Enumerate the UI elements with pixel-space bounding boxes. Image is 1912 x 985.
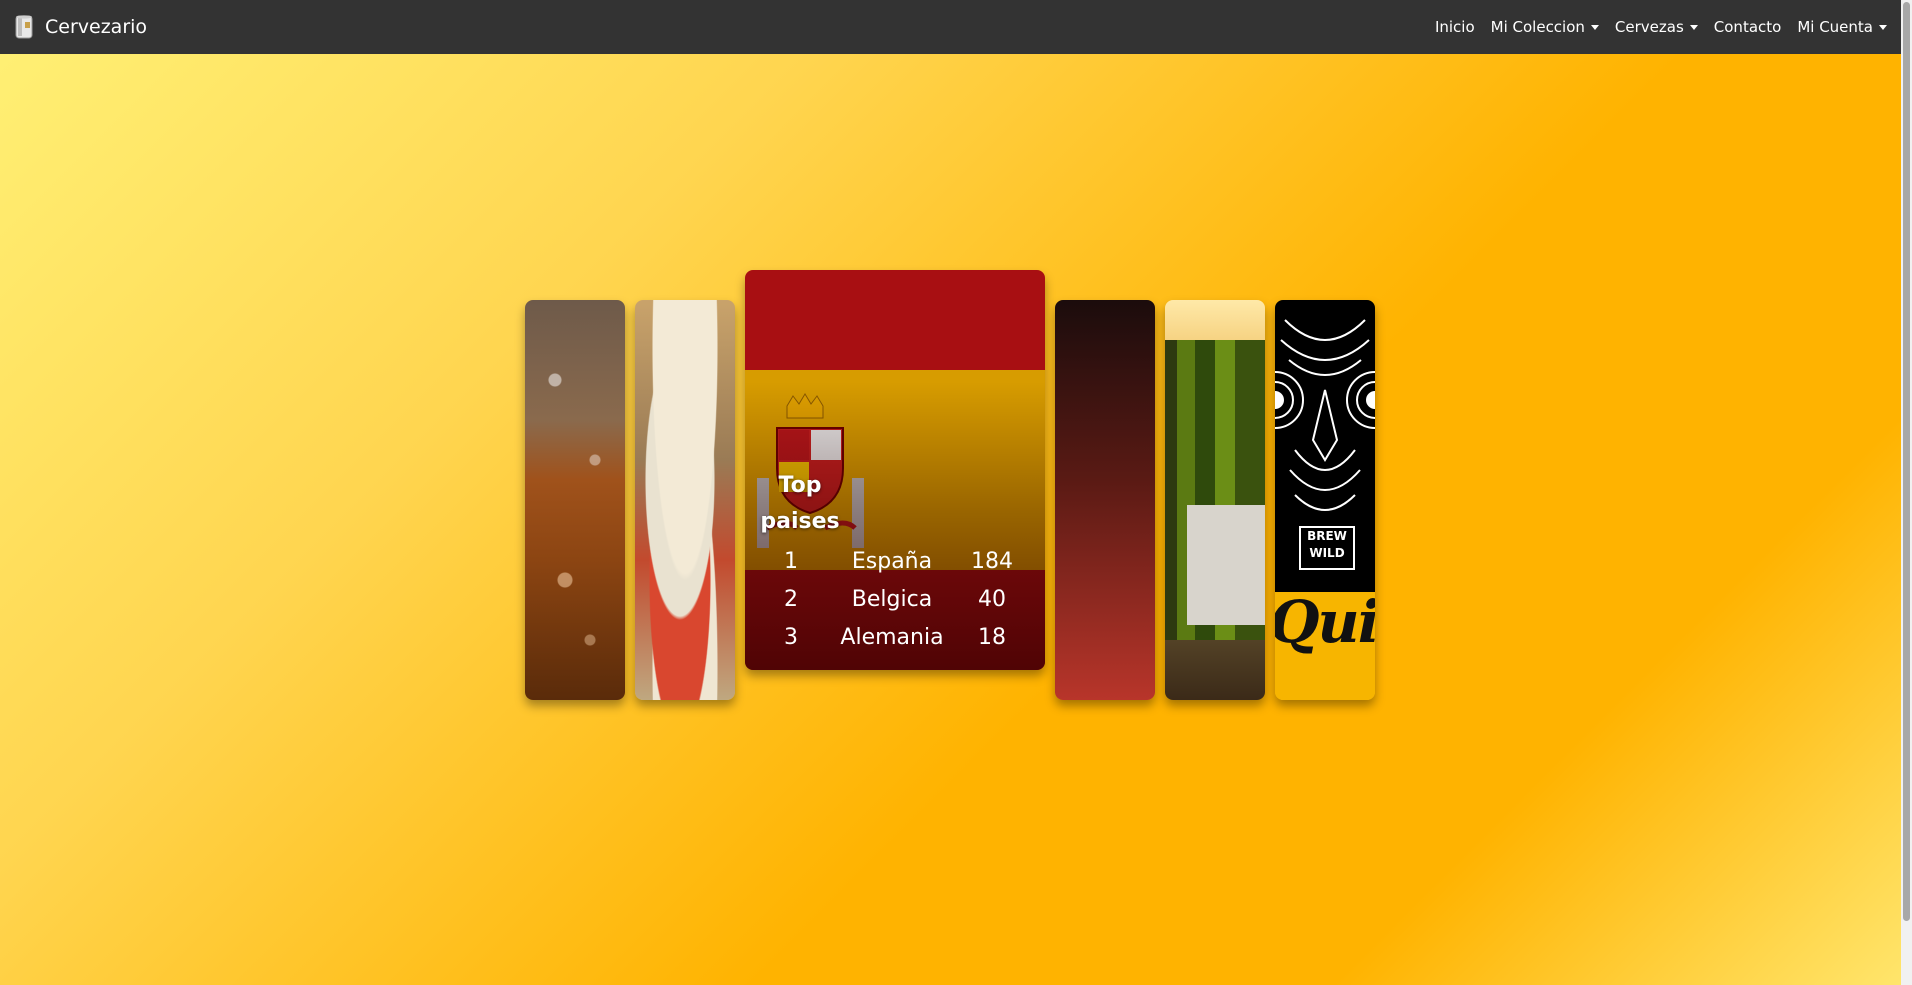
beer-can-icon xyxy=(15,15,33,39)
brew-wild-label: BREW WILD xyxy=(1299,526,1355,570)
page-scrollbar[interactable] xyxy=(1901,0,1912,985)
quirk-logo-text: Quirk xyxy=(1275,588,1375,656)
nav-contacto-label: Contacto xyxy=(1713,18,1782,36)
top-countries-card[interactable]: Top paises 1 España 184 2 Belgica 40 3 A… xyxy=(745,270,1045,670)
count-cell: 40 xyxy=(978,586,1006,612)
nav-inicio[interactable]: Inicio xyxy=(1435,18,1475,36)
panel-beer-bottles[interactable] xyxy=(1165,300,1265,700)
panel-brew-wild-owl[interactable]: BREW WILD Quirk xyxy=(1275,300,1375,700)
panel-dark-red[interactable] xyxy=(1055,300,1155,700)
nav-cervezas-dropdown[interactable]: Cervezas xyxy=(1615,18,1698,36)
scrollbar-thumb[interactable] xyxy=(1903,2,1910,921)
nav-inicio-label: Inicio xyxy=(1434,18,1475,36)
rank-cell: 1 xyxy=(784,548,798,574)
table-row: 3 Alemania 18 xyxy=(745,618,1045,656)
caret-down-icon xyxy=(1689,24,1698,30)
panel-beer-drops[interactable] xyxy=(525,300,625,700)
nav-mi-coleccion-dropdown[interactable]: Mi Coleccion xyxy=(1491,18,1599,36)
country-cell: Alemania xyxy=(840,624,944,650)
nav-links: Inicio Mi Coleccion Cervezas Contacto Mi… xyxy=(1419,18,1887,36)
top-countries-table: 1 España 184 2 Belgica 40 3 Alemania 18 xyxy=(745,542,1045,656)
country-cell: Belgica xyxy=(851,586,933,612)
caret-down-icon xyxy=(1590,24,1599,30)
rank-cell: 2 xyxy=(784,586,798,612)
brand-title: Cervezario xyxy=(45,16,148,38)
nav-cervezas-label: Cervezas xyxy=(1614,18,1684,36)
table-row: 1 España 184 xyxy=(745,542,1045,580)
card-title: Top paises xyxy=(760,473,840,534)
country-cell: España xyxy=(851,548,933,574)
caret-down-icon xyxy=(1879,24,1887,30)
panel-beer-coasters[interactable] xyxy=(635,300,735,700)
brand-link[interactable]: Cervezario xyxy=(13,14,147,40)
table-row: 2 Belgica 40 xyxy=(745,580,1045,618)
rank-cell: 3 xyxy=(784,624,798,650)
nav-mi-cuenta-dropdown[interactable]: Mi Cuenta xyxy=(1797,18,1887,36)
top-navbar: Cervezario Inicio Mi Coleccion Cervezas … xyxy=(0,0,1901,54)
nav-contacto[interactable]: Contacto xyxy=(1714,18,1782,36)
count-cell: 184 xyxy=(971,548,1013,574)
count-cell: 18 xyxy=(978,624,1006,650)
nav-mi-coleccion-label: Mi Coleccion xyxy=(1490,18,1585,36)
nav-mi-cuenta-label: Mi Cuenta xyxy=(1797,18,1873,36)
